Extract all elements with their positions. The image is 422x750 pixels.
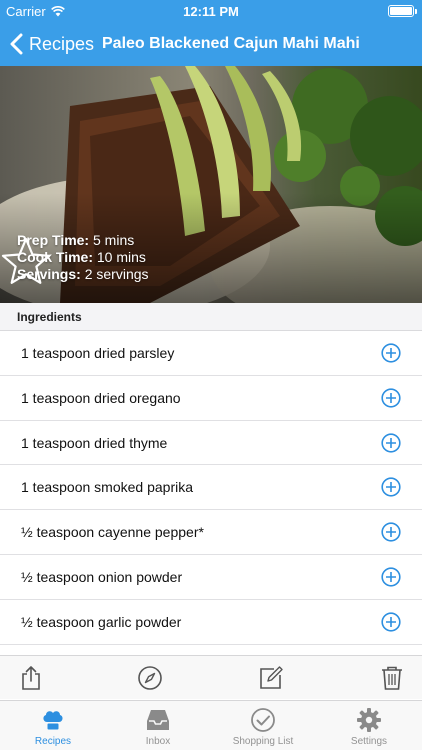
top-bar: Carrier 12:11 PM Recipes Paleo Blackened…: [0, 0, 422, 66]
ingredient-text: 1 teaspoon smoked paprika: [21, 479, 193, 496]
ingredient-row[interactable]: ½ teaspoon cayenne pepper*: [0, 510, 422, 555]
plus-circle-icon[interactable]: [381, 432, 401, 453]
recipe-photo: Prep Time: 5 mins Cook Time: 10 mins Ser…: [0, 66, 422, 303]
navigation-bar: Recipes Paleo Blackened Cajun Mahi Mahi: [0, 22, 422, 66]
tab-shopping-list-label: Shopping List: [232, 736, 294, 747]
tab-recipes-label: Recipes: [34, 736, 72, 747]
prep-time-value: 5 mins: [93, 232, 135, 248]
ingredient-text: 1 teaspoon dried parsley: [21, 345, 175, 361]
trash-icon[interactable]: [379, 665, 405, 691]
ingredient-row[interactable]: ½ teaspoon onion powder: [0, 555, 422, 600]
chef-hat-icon: [43, 711, 63, 730]
servings-value: 2 servings: [84, 266, 149, 282]
checkmark-circle-icon: [251, 708, 275, 732]
ingredients-header-label: Ingredients: [17, 310, 82, 324]
ingredient-row[interactable]: 1 teaspoon dried parsley: [0, 331, 422, 376]
tab-inbox-label: Inbox: [145, 736, 171, 747]
gear-icon: [357, 708, 381, 732]
chevron-left-icon: [10, 33, 23, 55]
plus-circle-icon[interactable]: [381, 612, 401, 632]
ingredient-row[interactable]: 1 teaspoon dried thyme: [0, 421, 422, 466]
star-outline-icon[interactable]: [0, 236, 52, 288]
tab-shopping-list[interactable]: Shopping List: [210, 701, 316, 750]
share-icon[interactable]: [18, 665, 44, 691]
plus-circle-icon[interactable]: [381, 477, 401, 497]
cook-time-value: 10 mins: [96, 249, 146, 265]
plus-circle-icon[interactable]: [381, 567, 401, 587]
tab-inbox[interactable]: Inbox: [105, 701, 211, 750]
ingredients-list: 1 teaspoon dried parsley 1 teaspoon drie…: [0, 331, 422, 645]
compass-icon[interactable]: [137, 665, 163, 691]
tab-bar: Recipes Inbox Shopping List Settings: [0, 700, 422, 750]
edit-icon[interactable]: [258, 665, 284, 691]
action-toolbar: [0, 655, 422, 699]
ingredient-text: ½ teaspoon garlic powder: [21, 613, 182, 630]
ingredient-row[interactable]: 1 teaspoon dried oregano: [0, 376, 422, 421]
inbox-tray-icon: [147, 710, 169, 730]
plus-circle-icon[interactable]: [381, 343, 401, 363]
status-time: 12:11 PM: [183, 4, 239, 19]
tab-settings-label: Settings: [350, 736, 388, 747]
ingredient-row[interactable]: 1 teaspoon smoked paprika: [0, 465, 422, 511]
status-bar: Carrier 12:11 PM: [0, 0, 422, 22]
ingredient-text: 1 teaspoon dried oregano: [21, 389, 181, 406]
ingredients-header: Ingredients: [0, 303, 422, 331]
battery-icon: [388, 5, 417, 17]
ingredient-text: ½ teaspoon cayenne pepper*: [21, 524, 204, 541]
ingredient-text: 1 teaspoon dried thyme: [21, 434, 168, 451]
ingredient-text: ½ teaspoon onion powder: [21, 568, 183, 585]
page-title: Paleo Blackened Cajun Mahi Mahi: [102, 35, 360, 52]
plus-circle-icon[interactable]: [381, 388, 401, 408]
tab-settings[interactable]: Settings: [316, 701, 422, 750]
tab-recipes[interactable]: Recipes: [0, 701, 106, 750]
back-button[interactable]: Recipes: [10, 30, 94, 58]
ingredient-row[interactable]: ½ teaspoon garlic powder: [0, 600, 422, 645]
back-button-label: Recipes: [29, 33, 95, 54]
plus-circle-icon[interactable]: [381, 522, 401, 542]
